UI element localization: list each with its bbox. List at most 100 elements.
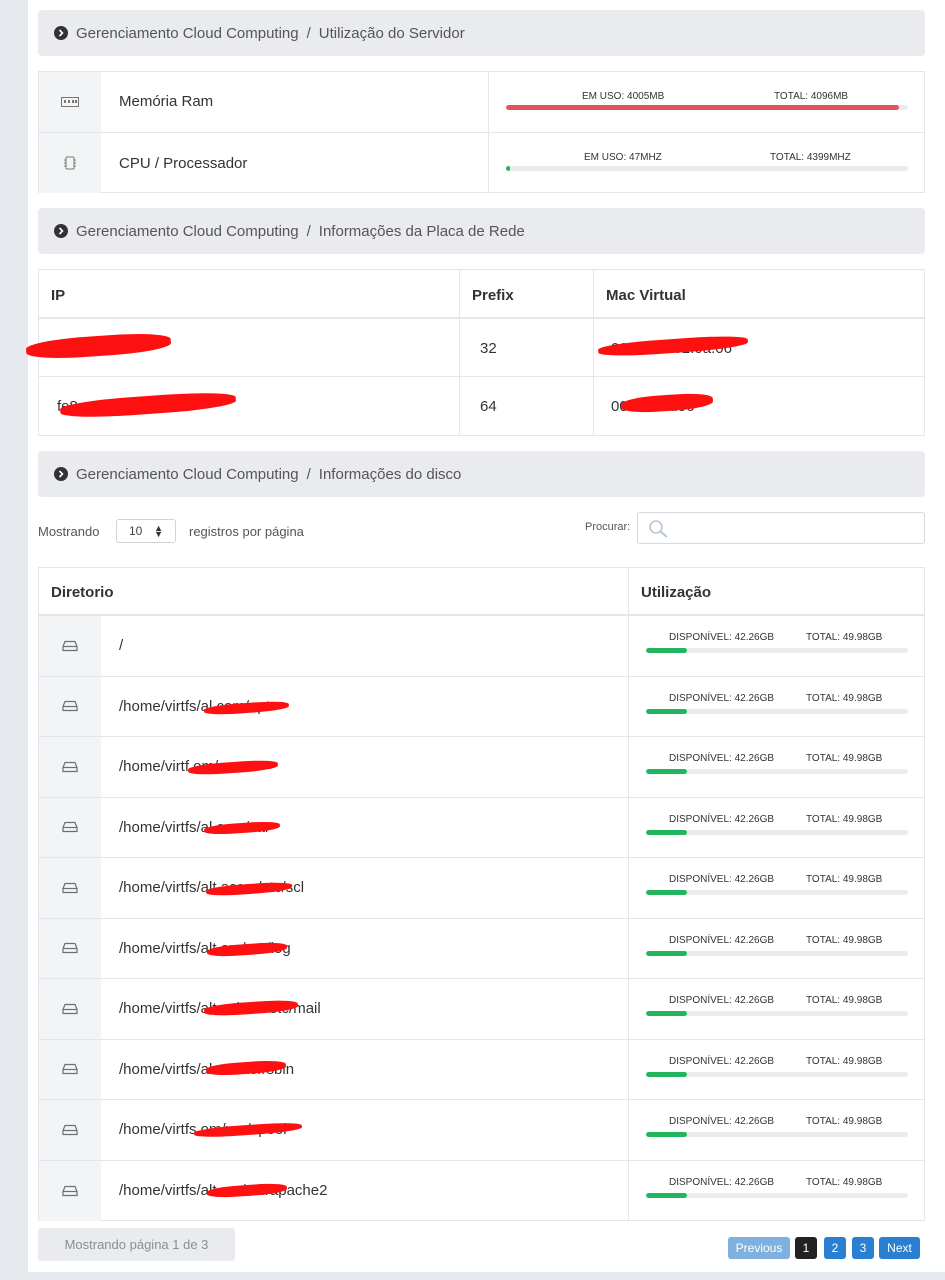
breadcrumb-server-usage: Gerenciamento Cloud Computing / Utilizaç… bbox=[38, 10, 925, 56]
network-header-row: IP Prefix Mac Virtual bbox=[39, 270, 924, 319]
cpu-icon bbox=[39, 133, 101, 193]
breadcrumb-current: Informações do disco bbox=[318, 465, 462, 483]
chevron-right-icon bbox=[54, 26, 68, 40]
hard-drive-icon bbox=[39, 1100, 101, 1160]
disk-progress-fill bbox=[646, 1192, 687, 1198]
breadcrumb-separator: / bbox=[306, 24, 311, 42]
directory-path: / bbox=[119, 637, 124, 654]
usage-total: TOTAL: 49.98GB bbox=[806, 995, 883, 1006]
usage-total: TOTAL: 4399MHZ bbox=[770, 152, 851, 163]
usage-available: DISPONÍVEL: 42.26GB bbox=[669, 1176, 775, 1188]
hard-drive-icon bbox=[39, 858, 101, 918]
disk-progress-bar bbox=[646, 708, 908, 714]
disk-progress-fill bbox=[646, 769, 687, 774]
disk-progress-bar bbox=[646, 769, 908, 774]
disk-progress-fill bbox=[646, 890, 687, 895]
hard-drive-icon bbox=[39, 1160, 101, 1221]
showing-label: Mostrando bbox=[38, 524, 100, 539]
table-row: /home/virtfs/al com/var DISPONÍVEL: 42.26… bbox=[39, 797, 924, 858]
disk-table: Diretorio Utilização / DISPONÍVEL: 42.26G… bbox=[38, 567, 925, 1221]
table-row: /home/virtfs om/var/spoolDISPONÍVEL: 42.… bbox=[39, 1100, 924, 1161]
disk-progress-fill bbox=[646, 1011, 687, 1016]
breadcrumb-current: Informações da Placa de Rede bbox=[318, 222, 525, 240]
table-row: 14 32 00:50:56:02:0a:06 bbox=[39, 319, 924, 377]
table-row: /home/virtfs/alt acom/etc/sclDISPONÍVEL:… bbox=[39, 858, 924, 919]
server-usage-table: Memória Ram EM USO: 4005MB TOTAL: 4096MB… bbox=[38, 71, 925, 193]
disk-progress-fill bbox=[646, 708, 687, 714]
usage-label: Memória Ram bbox=[119, 93, 214, 110]
usage-total: TOTAL: 49.98GB bbox=[806, 692, 883, 704]
page-button-2[interactable]: 2 bbox=[824, 1237, 846, 1259]
usage-available: DISPONÍVEL: 42.26GB bbox=[669, 1055, 775, 1067]
hard-drive-icon bbox=[39, 918, 101, 978]
breadcrumb-root[interactable]: Gerenciamento Cloud Computing bbox=[76, 223, 299, 240]
table-row: /home/virtfs/altesti om/etc/mailDISPONÍV… bbox=[39, 979, 924, 1040]
per-page-label: registros por página bbox=[189, 524, 304, 539]
disk-progress-bar bbox=[646, 1132, 908, 1137]
usage-total: TOTAL: 49.98GB bbox=[806, 934, 883, 946]
chevron-right-icon bbox=[54, 467, 68, 481]
usage-total: TOTAL: 49.98GB bbox=[806, 813, 883, 825]
breadcrumb-root[interactable]: Gerenciamento Cloud Computing bbox=[76, 466, 299, 483]
breadcrumb-root[interactable]: Gerenciamento Cloud Computing bbox=[76, 25, 299, 42]
column-header-usage: Utilização bbox=[641, 584, 712, 601]
cpu-progress-fill bbox=[506, 166, 511, 171]
hard-drive-icon bbox=[39, 737, 101, 797]
column-header-mac: Mac Virtual bbox=[606, 287, 686, 304]
breadcrumb-separator: / bbox=[306, 222, 311, 240]
breadcrumb-current: Utilização do Servidor bbox=[318, 24, 465, 42]
usage-total: TOTAL: 49.98GB bbox=[806, 1055, 883, 1067]
previous-button[interactable]: Previous bbox=[728, 1237, 790, 1259]
cpu-progress-bar bbox=[506, 166, 908, 171]
disk-progress-bar bbox=[646, 890, 908, 895]
hard-drive-icon bbox=[39, 979, 101, 1039]
page-size-select[interactable]: 10 ▲ ▼ bbox=[116, 519, 176, 543]
column-header-prefix: Prefix bbox=[472, 287, 514, 304]
ram-progress-bar bbox=[506, 105, 908, 110]
usage-in-use: EM USO: 47MHZ bbox=[584, 152, 662, 163]
search-icon bbox=[649, 520, 668, 538]
usage-total: TOTAL: 49.98GB bbox=[806, 874, 883, 885]
breadcrumb-separator: / bbox=[306, 465, 311, 483]
column-header-directory: Diretorio bbox=[51, 584, 114, 601]
search-input[interactable] bbox=[637, 512, 925, 544]
page-button-1[interactable]: 1 bbox=[795, 1237, 817, 1259]
table-row: /home/virtf om/usr DISPONÍVEL: 42.26GB TOT… bbox=[39, 737, 924, 798]
usage-label: CPU / Processador bbox=[119, 155, 248, 172]
page-button-3[interactable]: 3 bbox=[852, 1237, 874, 1259]
prefix-cell: 32 bbox=[480, 340, 497, 357]
disk-progress-bar bbox=[646, 829, 908, 835]
disk-progress-bar bbox=[646, 648, 908, 653]
page-size-value: 10 bbox=[129, 524, 143, 538]
breadcrumb-network: Gerenciamento Cloud Computing / Informaç… bbox=[38, 208, 925, 254]
hard-drive-icon bbox=[39, 616, 101, 676]
disk-progress-fill bbox=[646, 950, 687, 956]
usage-available: DISPONÍVEL: 42.26GB bbox=[669, 753, 775, 764]
column-header-ip: IP bbox=[51, 287, 66, 304]
table-row: /home/virtfs/al com/opt DISPONÍVEL: 42.26… bbox=[39, 676, 924, 737]
ram-icon bbox=[39, 72, 101, 132]
hard-drive-icon bbox=[39, 676, 101, 736]
chevron-right-icon bbox=[54, 224, 68, 238]
ram-progress-fill bbox=[506, 105, 900, 110]
usage-available: DISPONÍVEL: 42.26GB bbox=[669, 813, 775, 825]
usage-available: DISPONÍVEL: 42.26GB bbox=[669, 1116, 775, 1127]
usage-row-ram: Memória Ram EM USO: 4005MB TOTAL: 4096MB bbox=[39, 72, 924, 133]
table-row: /home/virtfs/al om/usr/sbinDISPONÍVEL: 4… bbox=[39, 1039, 924, 1100]
hard-drive-icon bbox=[39, 797, 101, 857]
usage-available: DISPONÍVEL: 42.26GB bbox=[669, 995, 775, 1006]
breadcrumb-disk: Gerenciamento Cloud Computing / Informaç… bbox=[38, 451, 925, 497]
disk-progress-bar bbox=[646, 1011, 908, 1016]
usage-in-use: EM USO: 4005MB bbox=[582, 91, 665, 102]
next-button[interactable]: Next bbox=[879, 1237, 920, 1259]
prefix-cell: 64 bbox=[480, 398, 497, 415]
disk-header-row: Diretorio Utilização bbox=[39, 568, 924, 616]
usage-available: DISPONÍVEL: 42.26GB bbox=[669, 874, 775, 885]
table-row: /home/virtfs/alt om/var/log DISPONÍVEL: 4… bbox=[39, 918, 924, 979]
usage-available: DISPONÍVEL: 42.26GB bbox=[669, 934, 775, 946]
search-label: Procurar: bbox=[585, 521, 631, 533]
disk-progress-fill bbox=[646, 648, 687, 653]
sort-arrows-icon: ▲ ▼ bbox=[154, 523, 163, 539]
usage-row-cpu: CPU / Processador EM USO: 47MHZ TOTAL: 4… bbox=[39, 133, 924, 193]
pagination-info: Mostrando página 1 de 3 bbox=[38, 1228, 235, 1261]
